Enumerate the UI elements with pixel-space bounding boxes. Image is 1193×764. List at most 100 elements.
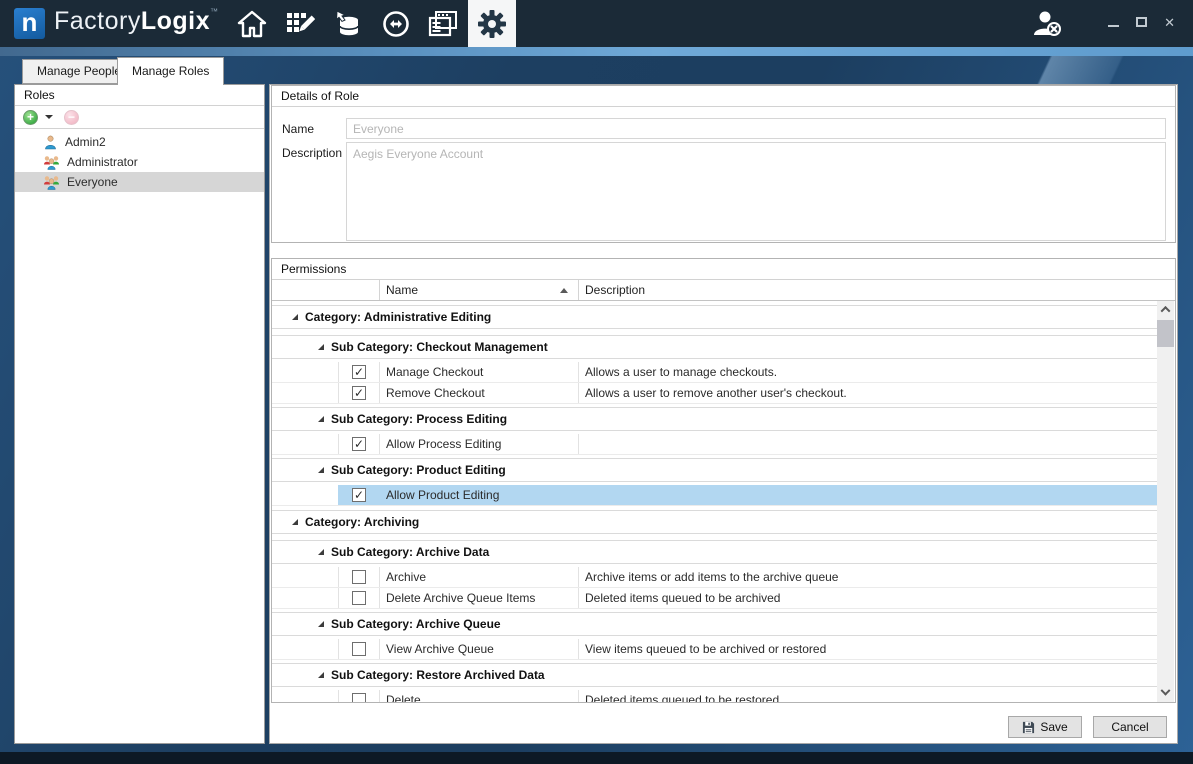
permission-checkbox[interactable] bbox=[352, 642, 366, 656]
window-controls: ✕ bbox=[1108, 14, 1175, 30]
permission-description: Allows a user to remove another user's c… bbox=[578, 383, 1158, 403]
permission-row[interactable]: Delete Archive Queue ItemsDeleted items … bbox=[272, 588, 1158, 609]
permissions-table-body: Category: Administrative Editing Sub Cate… bbox=[272, 301, 1158, 702]
expander-collapse-icon[interactable] bbox=[318, 467, 324, 473]
permission-name: Allow Process Editing bbox=[379, 434, 578, 454]
permission-checkbox[interactable] bbox=[352, 693, 366, 702]
expander-collapse-icon[interactable] bbox=[318, 344, 324, 350]
name-column-header[interactable]: Name bbox=[379, 280, 578, 300]
row-indent bbox=[272, 567, 338, 587]
permission-row[interactable]: ✓ Remove CheckoutAllows a user to remove … bbox=[272, 383, 1158, 404]
subcategory-label: Sub Category: Archive Queue bbox=[331, 617, 501, 631]
app-title: FactoryLogix™ bbox=[54, 7, 219, 36]
subcategory-label: Sub Category: Archive Data bbox=[331, 545, 489, 559]
row-indent bbox=[272, 362, 338, 382]
app-title-bold: Logix bbox=[141, 7, 210, 35]
subcategory-row[interactable]: Sub Category: Checkout Management bbox=[272, 335, 1158, 359]
permission-row[interactable]: View Archive QueueView items queued to b… bbox=[272, 639, 1158, 660]
person-icon bbox=[43, 135, 58, 150]
roles-toolbar: + − bbox=[15, 106, 264, 129]
home-icon[interactable] bbox=[228, 0, 276, 47]
permission-row[interactable]: ArchiveArchive items or add items to the… bbox=[272, 567, 1158, 588]
scrollbar-thumb[interactable] bbox=[1157, 320, 1174, 347]
permission-row[interactable]: ✓Manage CheckoutAllows a user to manage … bbox=[272, 362, 1158, 383]
add-role-button[interactable]: + bbox=[23, 110, 38, 125]
close-button[interactable]: ✕ bbox=[1164, 16, 1175, 29]
permission-description: Allows a user to manage checkouts. bbox=[578, 362, 1158, 382]
role-item[interactable]: Administrator bbox=[15, 152, 264, 172]
description-column-header[interactable]: Description bbox=[578, 280, 1175, 300]
save-button-label: Save bbox=[1040, 717, 1067, 737]
subcategory-label: Sub Category: Checkout Management bbox=[331, 340, 548, 354]
expander-collapse-icon[interactable] bbox=[318, 416, 324, 422]
role-name-input[interactable] bbox=[346, 118, 1166, 139]
permission-checkbox[interactable]: ✓ bbox=[352, 437, 366, 451]
roles-panel-title: Roles bbox=[15, 85, 264, 106]
accent-strip bbox=[0, 47, 1193, 56]
cancel-button-label: Cancel bbox=[1111, 717, 1148, 737]
permission-description: Deleted items queued to be restored bbox=[578, 690, 1158, 702]
permission-row[interactable]: ✓ Allow Process Editing bbox=[272, 434, 1158, 455]
permission-description bbox=[578, 434, 1158, 454]
roles-panel: Roles + − Admin2AdministratorEveryone bbox=[14, 84, 265, 744]
subcategory-row[interactable]: Sub Category: Restore Archived Data bbox=[272, 663, 1158, 687]
scroll-up-icon[interactable] bbox=[1157, 301, 1174, 318]
cancel-button[interactable]: Cancel bbox=[1093, 716, 1167, 738]
settings-gear-icon[interactable] bbox=[468, 0, 516, 47]
subcategory-row[interactable]: Sub Category: Archive Queue bbox=[272, 612, 1158, 636]
permissions-title: Permissions bbox=[272, 259, 1175, 280]
checkbox-cell bbox=[338, 690, 379, 702]
factorylogix-logo: n bbox=[14, 8, 45, 39]
details-of-role-groupbox: Details of Role Name Description Aegis E… bbox=[271, 85, 1176, 243]
user-logout-icon[interactable] bbox=[1031, 9, 1065, 40]
tab-manage-roles[interactable]: Manage Roles bbox=[117, 57, 224, 85]
permission-checkbox[interactable] bbox=[352, 570, 366, 584]
checkbox-cell: ✓ bbox=[338, 485, 379, 505]
add-role-dropdown-icon[interactable] bbox=[45, 115, 53, 119]
expander-collapse-icon[interactable] bbox=[292, 519, 298, 525]
expander-collapse-icon[interactable] bbox=[318, 672, 324, 678]
permission-checkbox[interactable]: ✓ bbox=[352, 488, 366, 502]
row-indent bbox=[272, 639, 338, 659]
checkbox-cell: ✓ bbox=[338, 383, 379, 403]
permission-checkbox[interactable]: ✓ bbox=[352, 386, 366, 400]
role-item[interactable]: Everyone bbox=[15, 172, 264, 192]
expander-collapse-icon[interactable] bbox=[318, 621, 324, 627]
permissions-groupbox: Permissions Name Description Category: A… bbox=[271, 258, 1176, 703]
reports-windows-icon[interactable] bbox=[420, 0, 468, 47]
permissions-table-header: Name Description bbox=[272, 280, 1175, 301]
role-description-input[interactable]: Aegis Everyone Account bbox=[346, 142, 1166, 241]
subcategory-row[interactable]: Sub Category: Product Editing bbox=[272, 458, 1158, 482]
minimize-button[interactable] bbox=[1108, 25, 1119, 27]
expander-collapse-icon[interactable] bbox=[292, 314, 298, 320]
permission-checkbox[interactable]: ✓ bbox=[352, 365, 366, 379]
category-row[interactable]: Category: Archiving bbox=[272, 510, 1158, 534]
database-import-icon[interactable] bbox=[324, 0, 372, 47]
row-indent bbox=[272, 383, 338, 403]
permission-checkbox[interactable] bbox=[352, 591, 366, 605]
save-button[interactable]: Save bbox=[1008, 716, 1082, 738]
save-floppy-icon bbox=[1022, 721, 1035, 734]
subcategory-row[interactable]: Sub Category: Process Editing bbox=[272, 407, 1158, 431]
checkbox-cell bbox=[338, 639, 379, 659]
permission-name: Allow Product Editing bbox=[379, 485, 578, 505]
titlebar: n FactoryLogix™ bbox=[0, 0, 1193, 47]
role-item[interactable]: Admin2 bbox=[15, 132, 264, 152]
expander-collapse-icon[interactable] bbox=[318, 549, 324, 555]
transfer-sync-icon[interactable] bbox=[372, 0, 420, 47]
app-title-light: Factory bbox=[54, 7, 141, 35]
permission-row[interactable]: ✓ Allow Product Editing bbox=[272, 485, 1158, 506]
category-label: Category: Administrative Editing bbox=[305, 310, 491, 324]
subcategory-row[interactable]: Sub Category: Archive Data bbox=[272, 540, 1158, 564]
category-row[interactable]: Category: Administrative Editing bbox=[272, 305, 1158, 329]
subcategory-label: Sub Category: Product Editing bbox=[331, 463, 506, 477]
production-grid-edit-icon[interactable] bbox=[276, 0, 324, 47]
scroll-down-icon[interactable] bbox=[1157, 685, 1174, 702]
maximize-button[interactable] bbox=[1136, 17, 1147, 27]
permission-row[interactable]: DeleteDeleted items queued to be restore… bbox=[272, 690, 1158, 702]
vertical-scrollbar[interactable] bbox=[1157, 301, 1174, 702]
permission-name: Remove Checkout bbox=[379, 383, 578, 403]
row-indent bbox=[272, 485, 338, 505]
remove-role-button[interactable]: − bbox=[64, 110, 79, 125]
checkbox-cell: ✓ bbox=[338, 362, 379, 382]
